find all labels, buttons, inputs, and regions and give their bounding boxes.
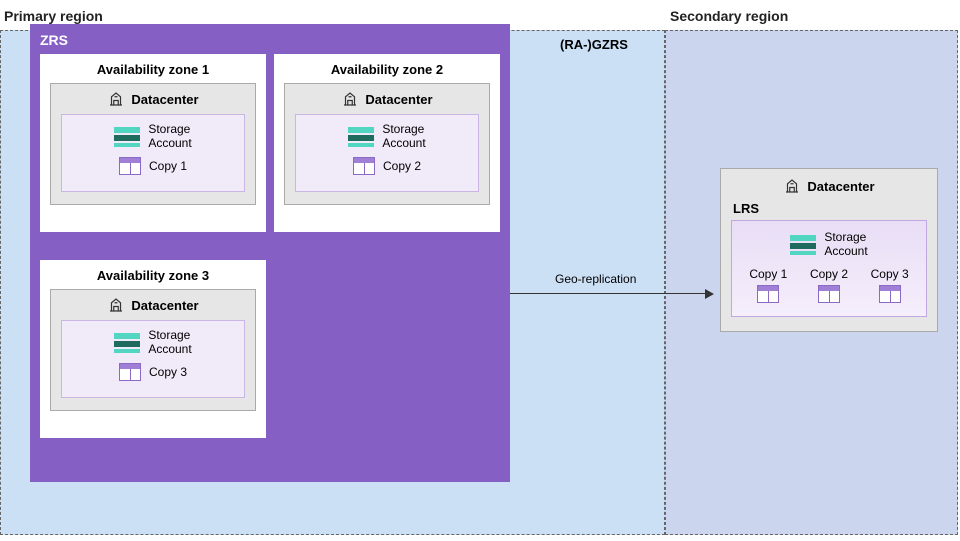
- secondary-region-label: Secondary region: [670, 8, 788, 24]
- copy-icon: [119, 363, 141, 381]
- datacenter-label: Datacenter: [131, 298, 198, 313]
- zone-1-storage-box: StorageAccount Copy 1: [61, 114, 245, 192]
- secondary-copy-1-label: Copy 1: [749, 267, 787, 281]
- zone-1-copy-label: Copy 1: [149, 159, 187, 173]
- availability-zone-3: Availability zone 3 Datacenter StorageAc…: [40, 260, 266, 438]
- storage-account-label: StorageAccount: [148, 329, 191, 357]
- datacenter-icon: [107, 90, 125, 108]
- storage-account-icon: [348, 127, 374, 147]
- storage-account-label: StorageAccount: [824, 231, 867, 259]
- copy-icon: [119, 157, 141, 175]
- primary-region-label: Primary region: [4, 8, 103, 24]
- zone-3-storage-box: StorageAccount Copy 3: [61, 320, 245, 398]
- copy-icon: [757, 285, 779, 303]
- zrs-label: ZRS: [40, 32, 500, 48]
- storage-account-label: StorageAccount: [382, 123, 425, 151]
- secondary-datacenter: Datacenter LRS StorageAccount Copy 1 Cop…: [720, 168, 938, 332]
- zone-2-datacenter: Datacenter StorageAccount Copy 2: [284, 83, 490, 205]
- storage-account-icon: [114, 127, 140, 147]
- zone-2-storage-box: StorageAccount Copy 2: [295, 114, 479, 192]
- zone-3-copy-label: Copy 3: [149, 365, 187, 379]
- copy-icon: [353, 157, 375, 175]
- lrs-box: StorageAccount Copy 1 Copy 2 Copy 3: [731, 220, 927, 317]
- datacenter-label: Datacenter: [131, 92, 198, 107]
- secondary-copy-1: Copy 1: [749, 267, 787, 306]
- zone-2-title: Availability zone 2: [284, 62, 490, 77]
- copy-icon: [818, 285, 840, 303]
- secondary-copy-2: Copy 2: [810, 267, 848, 306]
- geo-replication-arrow-head: [705, 289, 714, 299]
- zone-3-title: Availability zone 3: [50, 268, 256, 283]
- gzrs-label: (RA-)GZRS: [560, 37, 628, 52]
- lrs-label: LRS: [733, 201, 927, 216]
- zrs-panel: ZRS Availability zone 1 Datacenter Stora…: [30, 24, 510, 482]
- datacenter-icon: [783, 177, 801, 195]
- datacenter-icon: [107, 296, 125, 314]
- secondary-copy-2-label: Copy 2: [810, 267, 848, 281]
- secondary-copy-3-label: Copy 3: [871, 267, 909, 281]
- geo-replication-arrow-line: [510, 293, 708, 294]
- geo-replication-label: Geo-replication: [555, 272, 636, 286]
- availability-zone-2: Availability zone 2 Datacenter StorageAc…: [274, 54, 500, 232]
- zone-1-datacenter: Datacenter StorageAccount Copy 1: [50, 83, 256, 205]
- datacenter-label: Datacenter: [365, 92, 432, 107]
- zone-3-datacenter: Datacenter StorageAccount Copy 3: [50, 289, 256, 411]
- availability-zone-1: Availability zone 1 Datacenter StorageAc…: [40, 54, 266, 232]
- datacenter-label: Datacenter: [807, 179, 874, 194]
- zone-1-title: Availability zone 1: [50, 62, 256, 77]
- copy-icon: [879, 285, 901, 303]
- storage-account-icon: [114, 333, 140, 353]
- secondary-copy-3: Copy 3: [871, 267, 909, 306]
- storage-account-label: StorageAccount: [148, 123, 191, 151]
- zone-2-copy-label: Copy 2: [383, 159, 421, 173]
- datacenter-icon: [341, 90, 359, 108]
- storage-account-icon: [790, 235, 816, 255]
